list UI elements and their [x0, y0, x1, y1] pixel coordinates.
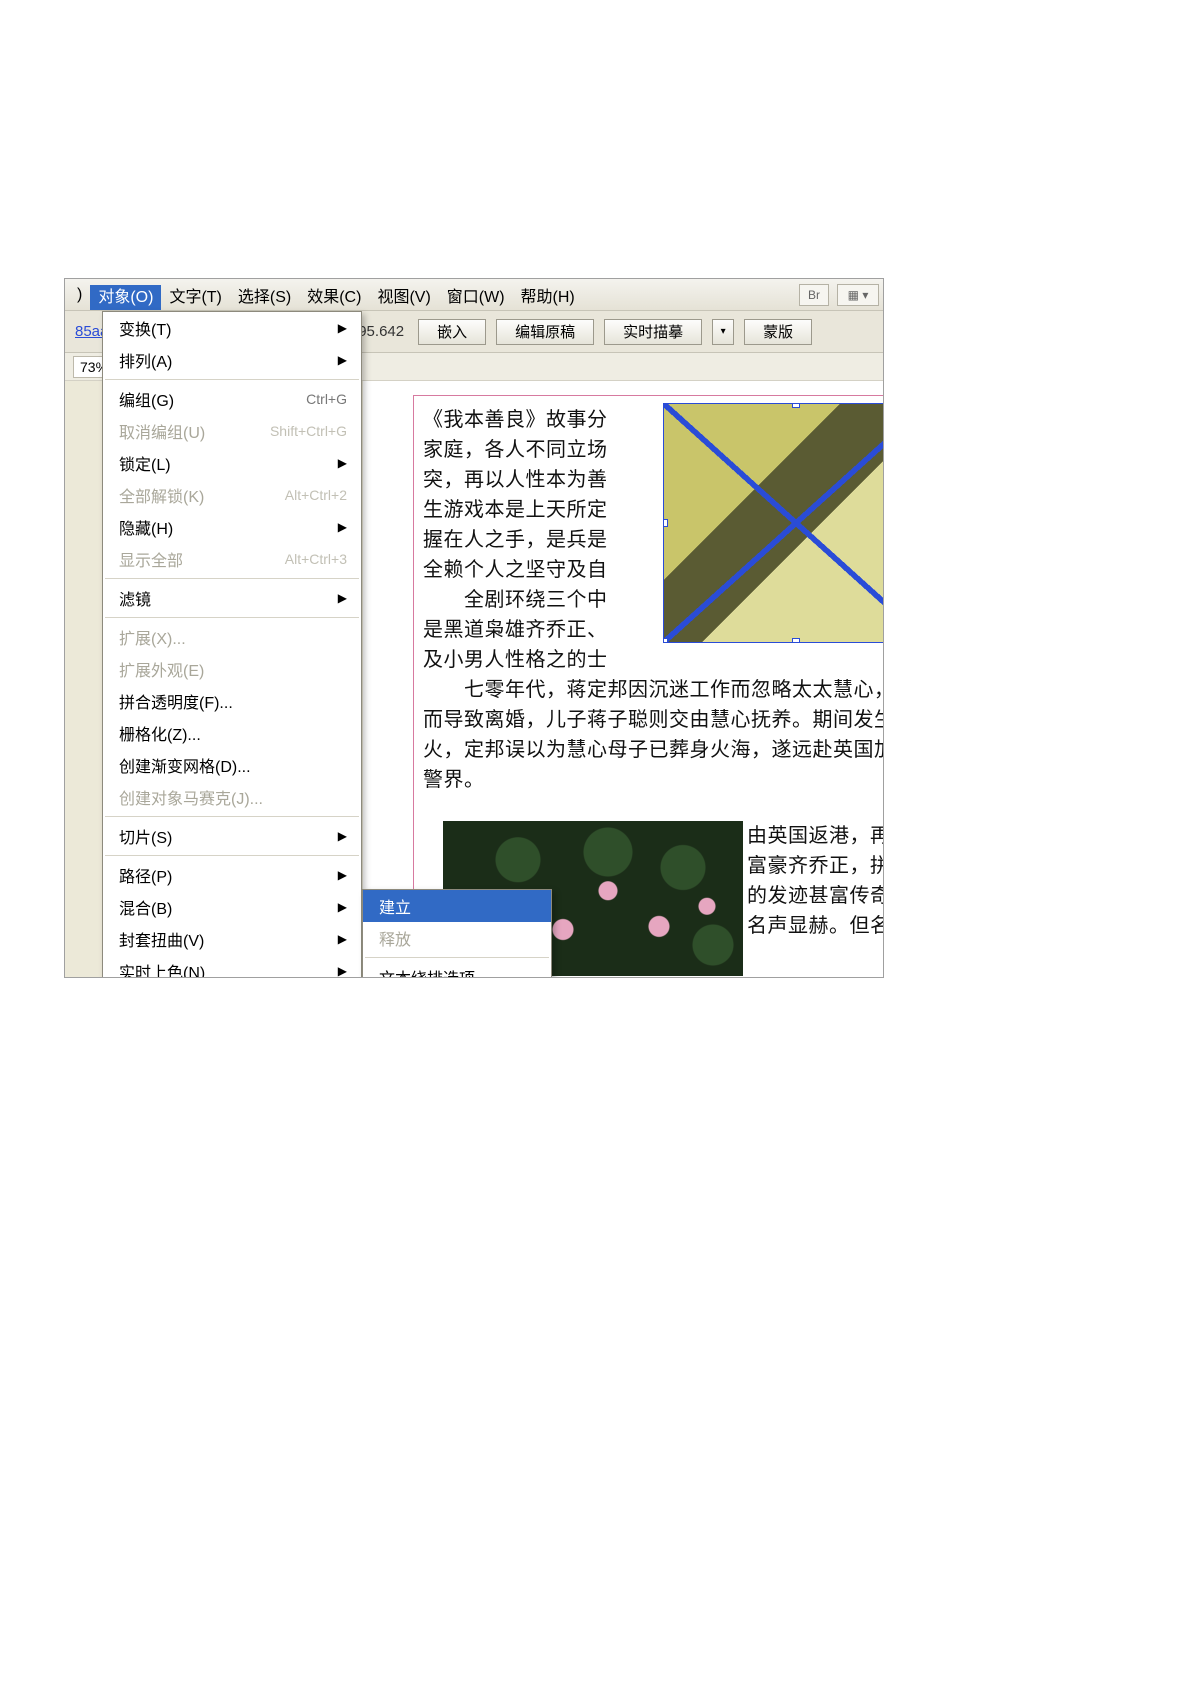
- menu-item[interactable]: 文字(T): [161, 285, 229, 310]
- menu-bar: ) 对象(O)文字(T)选择(S)效果(C)视图(V)窗口(W)帮助(H) Br…: [65, 279, 883, 311]
- submenu-arrow-icon: ▶: [338, 868, 347, 882]
- menu-entry[interactable]: 栅格化(Z)...: [103, 717, 361, 749]
- resize-handle-bottom-left[interactable]: [663, 638, 668, 643]
- resize-handle-bottom-center[interactable]: [792, 638, 800, 643]
- menu-item[interactable]: 选择(S): [230, 285, 299, 310]
- menu-entry[interactable]: 拼合透明度(F)...: [103, 685, 361, 717]
- menu-entry: 创建对象马赛克(J)...: [103, 781, 361, 813]
- object-menu-dropdown[interactable]: 变换(T)▶排列(A)▶ 编组(G)Ctrl+G取消编组(U)Shift+Ctrl…: [102, 311, 362, 978]
- app-window: ) 对象(O)文字(T)选择(S)效果(C)视图(V)窗口(W)帮助(H) Br…: [64, 278, 884, 978]
- menu-entry[interactable]: 创建渐变网格(D)...: [103, 749, 361, 781]
- trace-options-dropdown[interactable]: ▾: [712, 319, 734, 345]
- resize-handle-top-center[interactable]: [792, 403, 800, 408]
- submenu-arrow-icon: ▶: [338, 456, 347, 470]
- placed-image-portrait[interactable]: [663, 403, 884, 643]
- text-line: 及小男人性格之的士: [423, 645, 884, 675]
- menu-separator: [365, 957, 549, 958]
- menu-entry[interactable]: 混合(B)▶: [103, 891, 361, 923]
- live-trace-button[interactable]: 实时描摹: [604, 319, 702, 345]
- menu-separator: [105, 855, 359, 856]
- menu-item[interactable]: 对象(O): [90, 285, 161, 310]
- submenu-entry[interactable]: 建立: [363, 890, 551, 922]
- text-line: 富豪齐乔正，拼: [747, 851, 884, 881]
- menu-entry[interactable]: 实时上色(N)▶: [103, 955, 361, 978]
- paragraph-3: 七零年代，蒋定邦因沉迷工作而忽略太太慧心，从而导致离婚，儿子蒋子聪则交由慧心抚养…: [423, 675, 884, 795]
- menu-entry: 全部解锁(K)Alt+Ctrl+2: [103, 479, 361, 511]
- menu-separator: [105, 617, 359, 618]
- menu-entry[interactable]: 变换(T)▶: [103, 312, 361, 344]
- menu-entry: 取消编组(U)Shift+Ctrl+G: [103, 415, 361, 447]
- submenu-arrow-icon: ▶: [338, 520, 347, 534]
- submenu-arrow-icon: ▶: [338, 353, 347, 367]
- submenu-arrow-icon: ▶: [338, 900, 347, 914]
- menu-entry[interactable]: 排列(A)▶: [103, 344, 361, 376]
- menu-item[interactable]: 帮助(H): [513, 285, 583, 310]
- menu-entry[interactable]: 切片(S)▶: [103, 820, 361, 852]
- bridge-button[interactable]: Br: [799, 284, 829, 306]
- menu-item[interactable]: 效果(C): [299, 285, 369, 310]
- edit-original-button[interactable]: 编辑原稿: [496, 319, 594, 345]
- canvas[interactable]: 《我本善良》故事分家庭，各人不同立场突，再以人性本为善生游戏本是上天所定握在人之…: [363, 381, 883, 977]
- menu-separator: [105, 816, 359, 817]
- menu-entry[interactable]: 锁定(L)▶: [103, 447, 361, 479]
- submenu-arrow-icon: ▶: [338, 829, 347, 843]
- menu-entry: 扩展外观(E): [103, 653, 361, 685]
- wrapped-text-right: 由英国返港，再富豪齐乔正，拼的发迹甚富传奇名声显赫。但名: [747, 821, 884, 941]
- mask-button[interactable]: 蒙版: [744, 319, 812, 345]
- resize-handle-top-left[interactable]: [663, 403, 668, 408]
- menu-truncated-left: ): [69, 282, 90, 308]
- submenu-entry[interactable]: 文本绕排选项...: [363, 961, 551, 978]
- menu-separator: [105, 578, 359, 579]
- submenu-arrow-icon: ▶: [338, 932, 347, 946]
- text-wrap-submenu[interactable]: 建立释放文本绕排选项...: [362, 889, 552, 978]
- embed-button[interactable]: 嵌入: [418, 319, 486, 345]
- menu-entry: 显示全部Alt+Ctrl+3: [103, 543, 361, 575]
- menu-entry[interactable]: 封套扭曲(V)▶: [103, 923, 361, 955]
- menu-entry[interactable]: 编组(G)Ctrl+G: [103, 383, 361, 415]
- menu-entry[interactable]: 隐藏(H)▶: [103, 511, 361, 543]
- menu-item[interactable]: 视图(V): [369, 285, 438, 310]
- workspace-switcher-button[interactable]: ▦ ▾: [837, 284, 879, 306]
- text-line: 由英国返港，再: [747, 821, 884, 851]
- menu-entry: 扩展(X)...: [103, 621, 361, 653]
- menu-entry[interactable]: 路径(P)▶: [103, 859, 361, 891]
- text-line: 名声显赫。但名: [747, 911, 884, 941]
- menu-separator: [105, 379, 359, 380]
- resize-handle-middle-left[interactable]: [663, 519, 668, 527]
- menu-entry[interactable]: 滤镜▶: [103, 582, 361, 614]
- submenu-arrow-icon: ▶: [338, 591, 347, 605]
- submenu-arrow-icon: ▶: [338, 321, 347, 335]
- text-line: 的发迹甚富传奇: [747, 881, 884, 911]
- submenu-arrow-icon: ▶: [338, 964, 347, 978]
- menu-item[interactable]: 窗口(W): [439, 285, 513, 310]
- submenu-entry: 释放: [363, 922, 551, 954]
